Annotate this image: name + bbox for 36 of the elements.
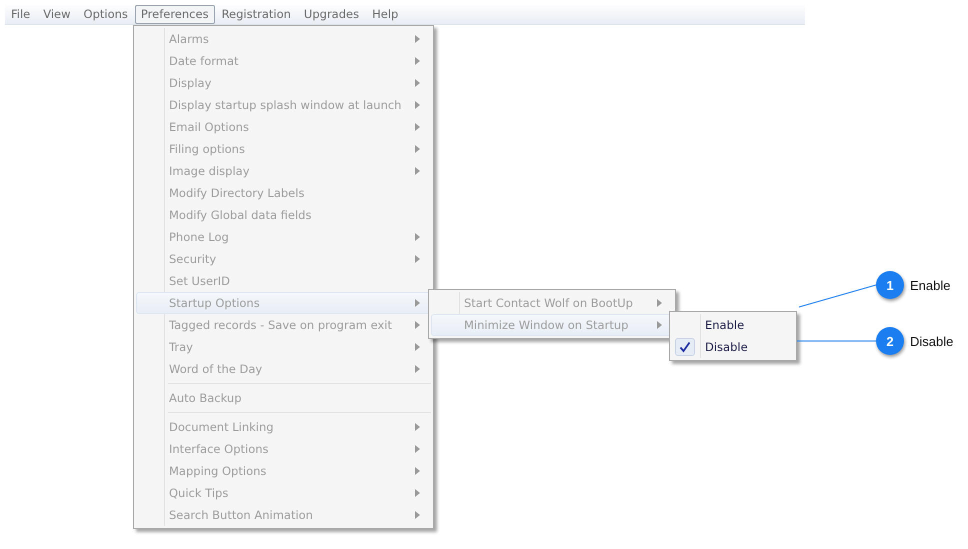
- menu-item[interactable]: Filing options: [136, 138, 431, 160]
- menu-bar-item[interactable]: Registration: [216, 5, 297, 24]
- menu-item[interactable]: Modify Directory Labels: [136, 182, 431, 204]
- menu-bar-item[interactable]: File: [5, 5, 36, 24]
- menu-bar-item[interactable]: Options: [78, 5, 134, 24]
- menu-item[interactable]: Phone Log: [136, 226, 431, 248]
- menu-item[interactable]: Startup Options: [136, 292, 431, 314]
- menu-item[interactable]: Date format: [136, 50, 431, 72]
- menu-bar-item[interactable]: Help: [366, 5, 404, 24]
- menu-item[interactable]: Enable: [672, 314, 794, 336]
- menu-item[interactable]: Start Contact Wolf on BootUp: [431, 292, 673, 314]
- menu-item[interactable]: Disable: [672, 336, 794, 358]
- menu-item[interactable]: Image display: [136, 160, 431, 182]
- menu-item[interactable]: Email Options: [136, 116, 431, 138]
- menu-bar-item[interactable]: Preferences: [134, 5, 215, 24]
- menu-item[interactable]: Modify Global data fields: [136, 204, 431, 226]
- menu-item[interactable]: Word of the Day: [136, 358, 431, 380]
- menu-item[interactable]: Auto Backup: [136, 387, 431, 409]
- callout-badge: 1: [876, 271, 904, 299]
- menu-item[interactable]: Tagged records - Save on program exit: [136, 314, 431, 336]
- callout-label: Disable: [910, 334, 954, 348]
- menu-bar-item[interactable]: Upgrades: [298, 5, 366, 24]
- callout-label: Enable: [910, 278, 950, 292]
- menu-item[interactable]: Search Button Animation: [136, 504, 431, 526]
- callout-badge: 2: [876, 327, 904, 355]
- menu-item[interactable]: Tray: [136, 336, 431, 358]
- menu-item[interactable]: Interface Options: [136, 438, 431, 460]
- menu-item[interactable]: Display: [136, 72, 431, 94]
- menu-item[interactable]: Set UserID: [136, 270, 431, 292]
- menu-item[interactable]: Display startup splash window at launch: [136, 94, 431, 116]
- menu-item[interactable]: Quick Tips: [136, 482, 431, 504]
- menu-bar-item[interactable]: View: [37, 5, 77, 24]
- menu-item[interactable]: Alarms: [136, 28, 431, 50]
- menu-item[interactable]: Security: [136, 248, 431, 270]
- menu-item[interactable]: Document Linking: [136, 416, 431, 438]
- menu-item[interactable]: Mapping Options: [136, 460, 431, 482]
